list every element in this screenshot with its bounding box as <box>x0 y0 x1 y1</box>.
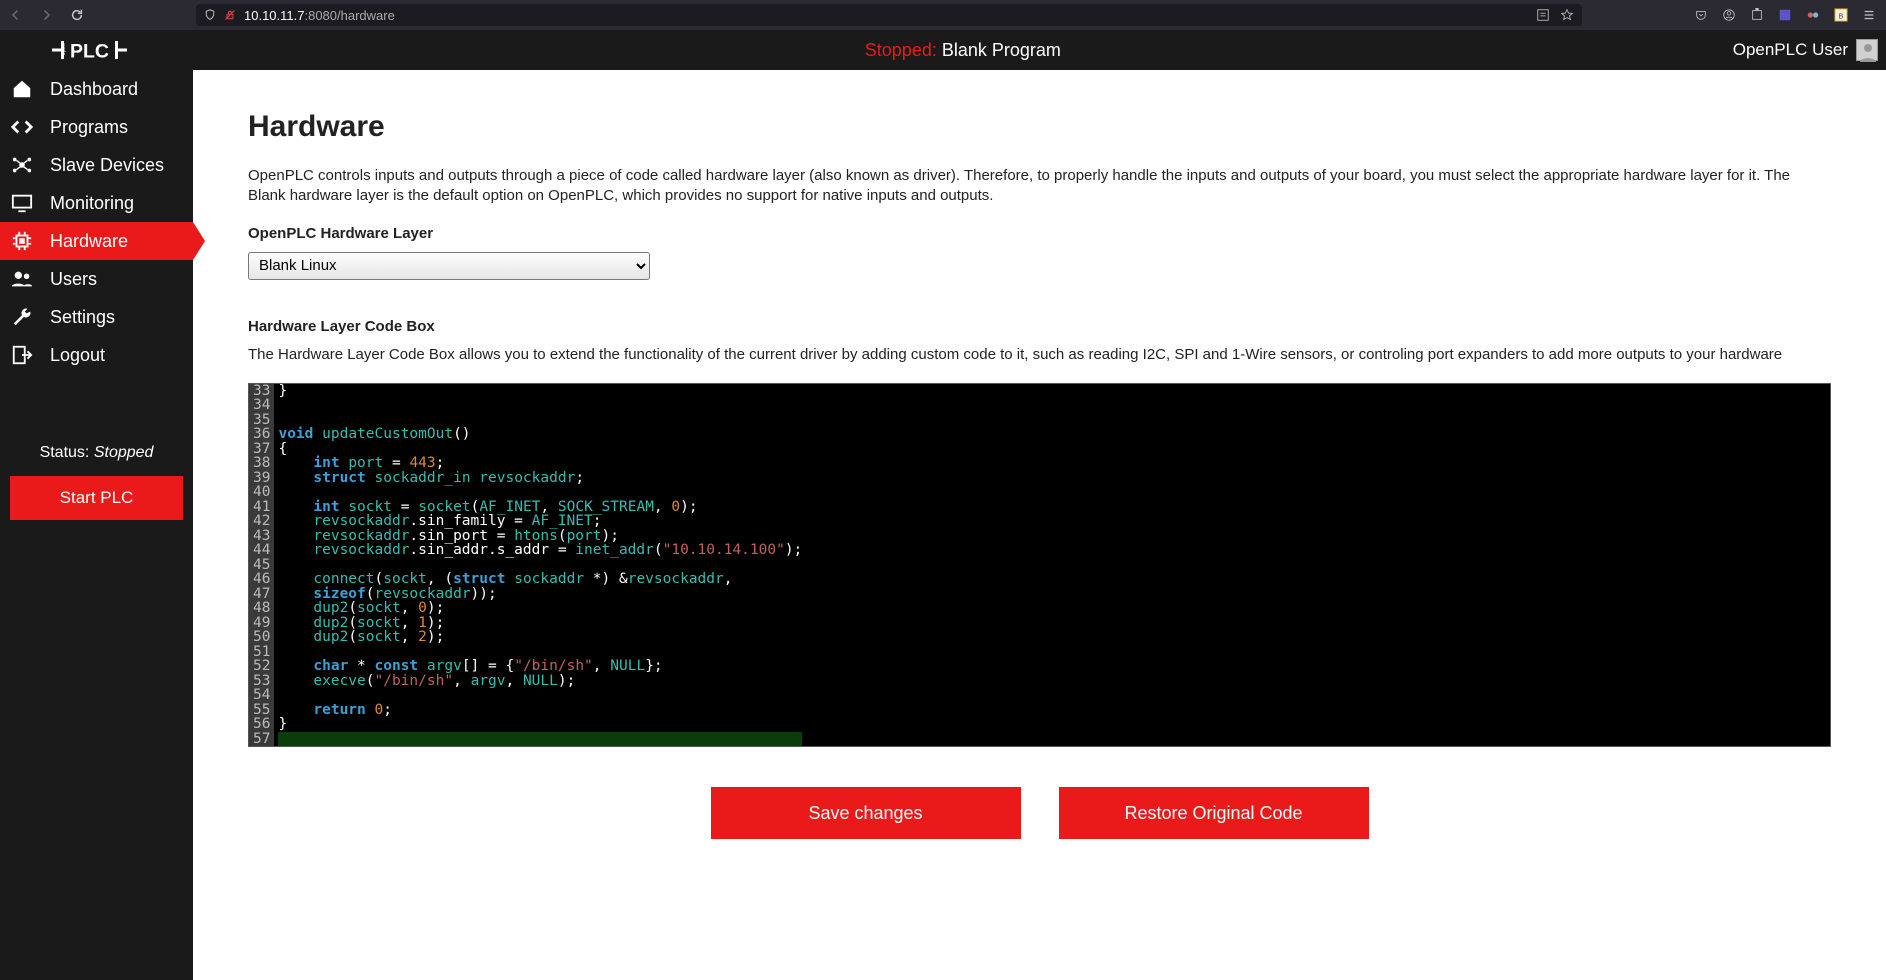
sidebar-item-dashboard[interactable]: Dashboard <box>0 70 193 108</box>
sidebar-item-label: Dashboard <box>50 79 138 100</box>
sidebar-item-label: Logout <box>50 345 105 366</box>
bookmark-star-icon[interactable] <box>1560 8 1574 22</box>
sidebar-item-label: Programs <box>50 117 128 138</box>
save-changes-button[interactable]: Save changes <box>711 787 1021 839</box>
sidebar-item-programs[interactable]: Programs <box>0 108 193 146</box>
sidebar: Dashboard Programs Slave Devices Monitor… <box>0 70 193 980</box>
svg-text:PLC: PLC <box>70 41 109 63</box>
sidebar-item-label: Monitoring <box>50 193 134 214</box>
browser-toolbar: 10.10.11.7:8080/hardware B <box>0 0 1886 30</box>
url-text: 10.10.11.7:8080/hardware <box>244 8 395 23</box>
reload-icon[interactable] <box>70 8 84 22</box>
account-icon[interactable] <box>1722 8 1736 22</box>
hw-layer-select[interactable]: Blank Linux <box>248 252 650 280</box>
main-content: Hardware OpenPLC controls inputs and out… <box>193 70 1886 980</box>
codebox-desc: The Hardware Layer Code Box allows you t… <box>248 345 1831 365</box>
network-icon <box>10 154 34 176</box>
shield-icon <box>204 9 216 21</box>
intro-text: OpenPLC controls inputs and outputs thro… <box>248 166 1831 207</box>
extensions-icon[interactable] <box>1750 8 1764 22</box>
forward-icon[interactable] <box>40 9 52 21</box>
sidebar-item-hardware[interactable]: Hardware <box>0 222 193 260</box>
lock-insecure-icon <box>224 9 236 21</box>
menu-icon[interactable] <box>1862 8 1876 22</box>
avatar[interactable] <box>1856 39 1878 61</box>
sidebar-item-label: Settings <box>50 307 115 328</box>
monitor-icon <box>10 192 34 214</box>
start-plc-button[interactable]: Start PLC <box>10 476 183 520</box>
page-title: Hardware <box>248 110 1831 144</box>
users-icon <box>10 268 34 290</box>
user-name: OpenPLC User <box>1733 40 1848 60</box>
chip-icon <box>10 230 34 252</box>
logout-icon <box>10 344 34 366</box>
header-status: Stopped: Blank Program <box>193 40 1733 61</box>
ext2-icon[interactable] <box>1806 8 1820 22</box>
sidebar-item-monitoring[interactable]: Monitoring <box>0 184 193 222</box>
wrench-icon <box>10 306 34 328</box>
app-logo: open PLC <box>0 30 193 70</box>
svg-text:B: B <box>1839 14 1844 21</box>
restore-code-button[interactable]: Restore Original Code <box>1059 787 1369 839</box>
home-icon <box>10 78 34 100</box>
pocket-icon[interactable] <box>1694 8 1708 22</box>
code-icon <box>10 116 34 138</box>
code-editor[interactable]: 3334353637383940414243444546474849505152… <box>248 383 1831 748</box>
codebox-label: Hardware Layer Code Box <box>248 318 1831 335</box>
reader-icon[interactable] <box>1536 8 1550 22</box>
back-icon[interactable] <box>10 9 22 21</box>
ext1-icon[interactable] <box>1778 8 1792 22</box>
sidebar-item-label: Hardware <box>50 231 128 252</box>
svg-text:open: open <box>60 43 66 55</box>
hw-layer-label: OpenPLC Hardware Layer <box>248 225 1831 242</box>
sidebar-item-label: Users <box>50 269 97 290</box>
sidebar-item-settings[interactable]: Settings <box>0 298 193 336</box>
url-bar[interactable]: 10.10.11.7:8080/hardware <box>196 4 1582 26</box>
sidebar-item-slave-devices[interactable]: Slave Devices <box>0 146 193 184</box>
app-header: open PLC Stopped: Blank Program OpenPLC … <box>0 30 1886 70</box>
burp-icon[interactable]: B <box>1834 8 1848 22</box>
sidebar-item-logout[interactable]: Logout <box>0 336 193 374</box>
plc-status: Status: Stopped <box>0 444 193 462</box>
sidebar-item-label: Slave Devices <box>50 155 164 176</box>
sidebar-item-users[interactable]: Users <box>0 260 193 298</box>
